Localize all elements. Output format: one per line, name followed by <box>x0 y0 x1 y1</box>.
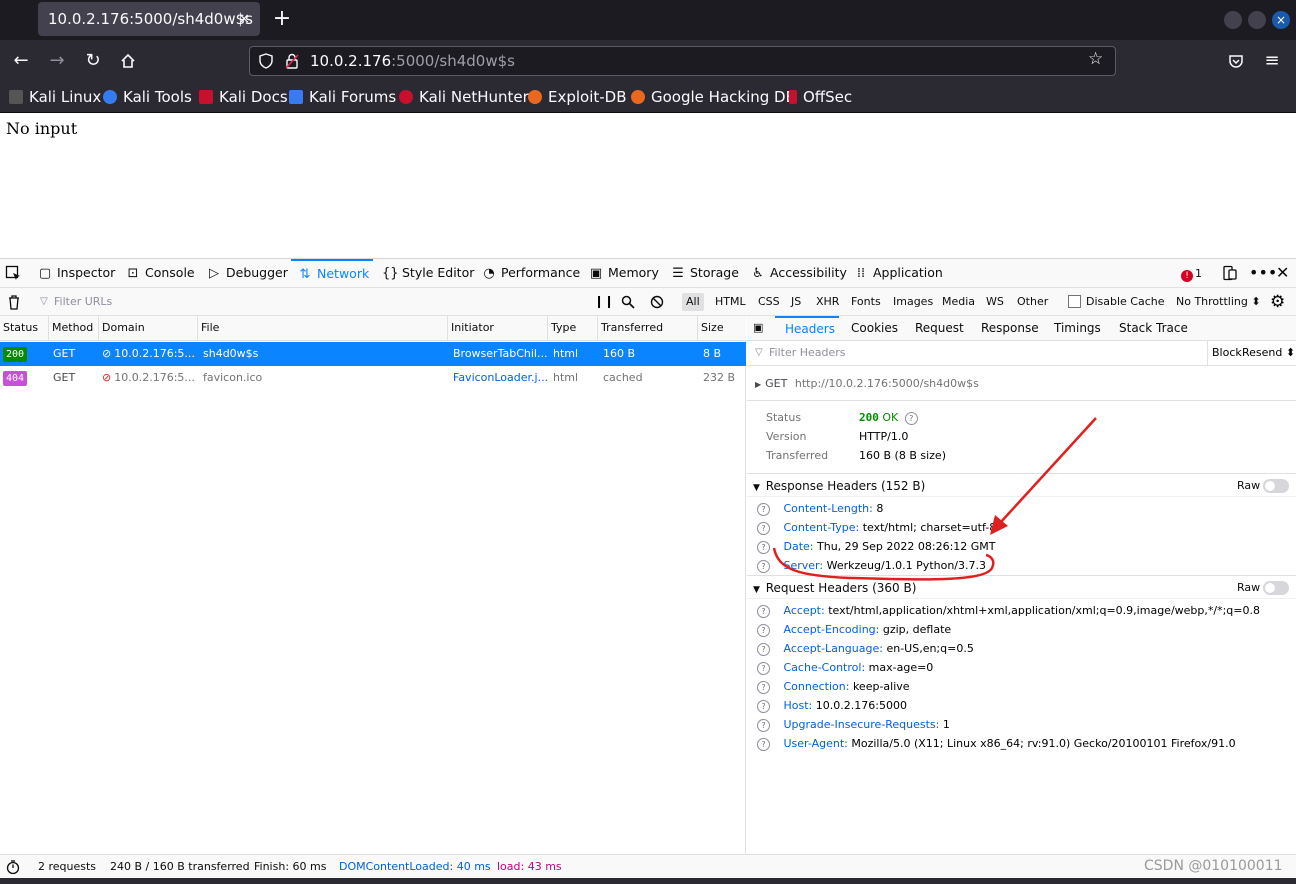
annotation-arrow-icon <box>772 417 1097 581</box>
watermark: CSDN @010100011 <box>1144 858 1283 874</box>
bottom-border <box>0 878 1296 884</box>
screen: 10.0.2.176:5000/sh4d0w$s × + × ← → ↻ 10.… <box>0 0 1296 884</box>
